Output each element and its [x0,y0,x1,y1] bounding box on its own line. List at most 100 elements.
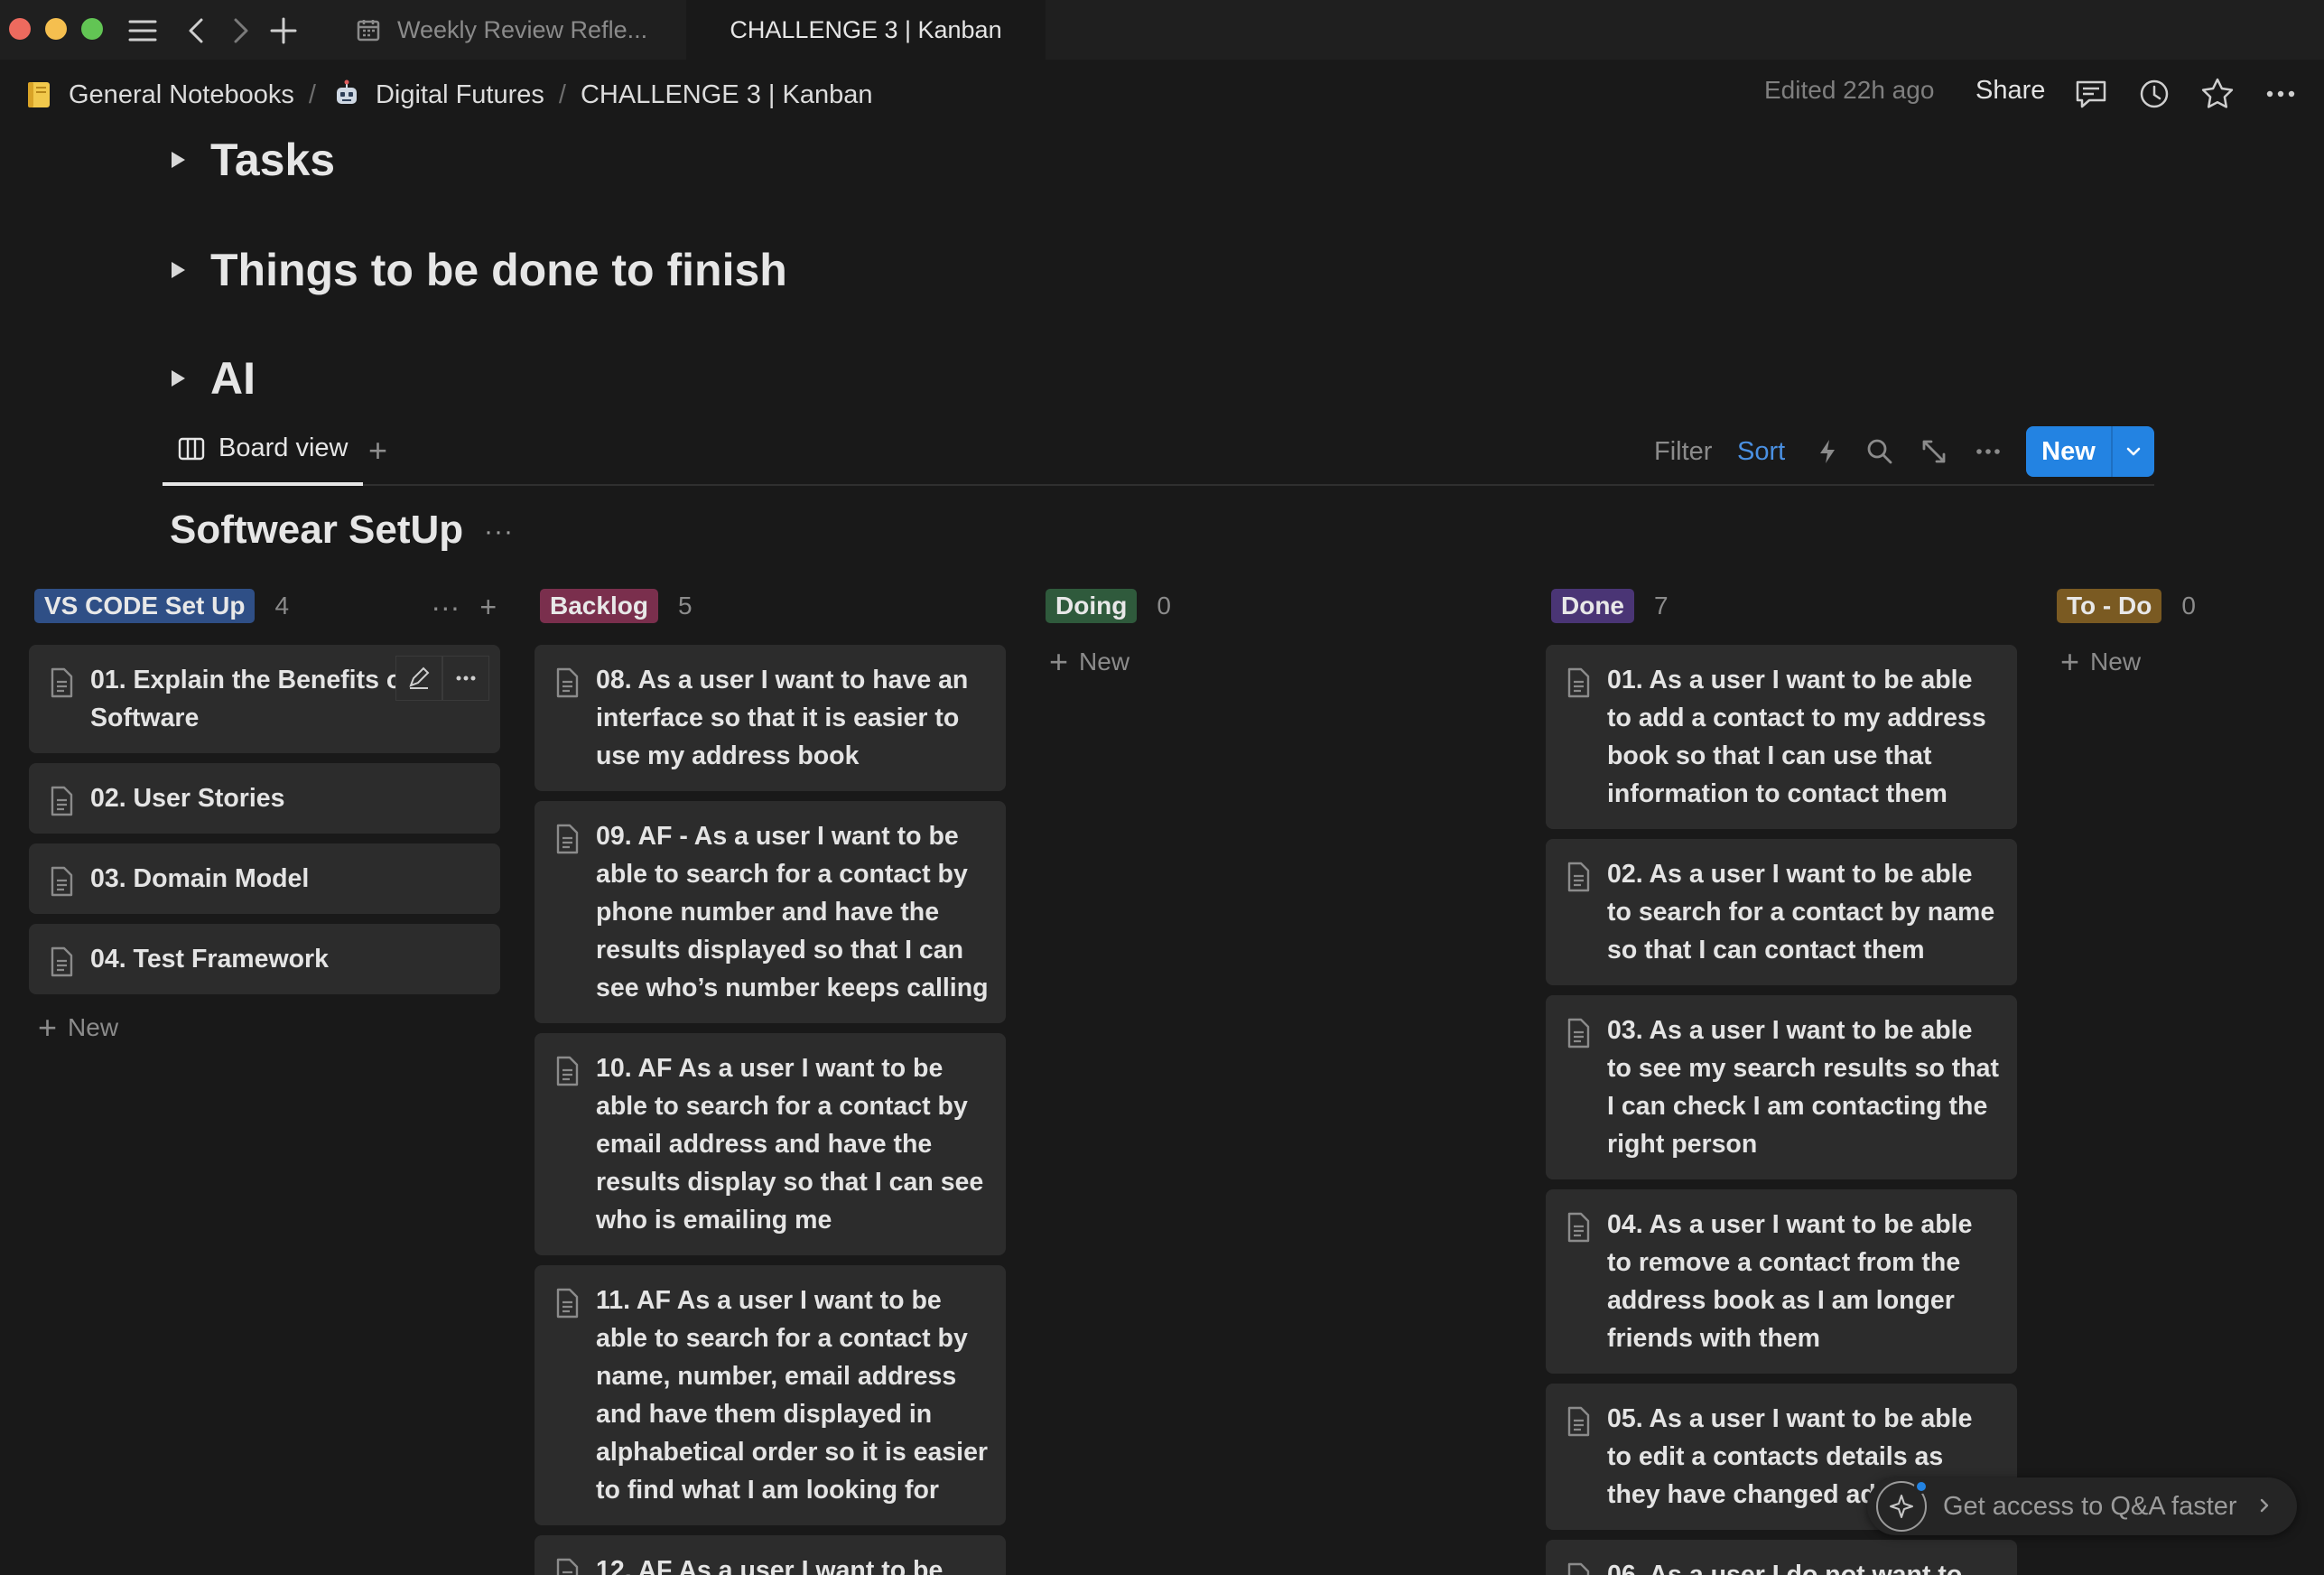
column-count: 5 [677,592,693,620]
automation-lightning-icon[interactable] [1811,435,1844,468]
card-title: 04. As a user I want to be able to remov… [1607,1210,1973,1353]
hint-label: Get access to Q&A faster [1943,1491,2237,1521]
toggle-things-to-finish[interactable]: Things to be done to finish [172,244,787,296]
board-card[interactable]: 04. As a user I want to be able to remov… [1546,1189,2017,1374]
card-hover-actions [395,656,489,701]
group-more-button[interactable]: ··· [484,517,514,547]
card-title: 08. As a user I want to have an interfac… [596,666,969,770]
column-status-pill[interactable]: Backlog [540,589,658,623]
window-titlebar: Weekly Review Refle... CHALLENGE 3 | Kan… [0,0,2324,60]
column-add-icon[interactable]: + [479,591,497,624]
comments-icon[interactable] [2071,74,2111,114]
toggle-heading: Things to be done to finish [210,245,787,295]
card-title-line: 01. Explain the Benefits o [90,666,403,694]
new-item-button[interactable]: New [2026,426,2154,477]
search-icon[interactable] [1864,435,1896,468]
qa-hint-popup[interactable]: Get access to Q&A faster [1867,1477,2297,1535]
column-header: To - Do 0 [2051,585,2313,627]
breadcrumb-digital-futures[interactable]: Digital Futures [376,80,544,110]
edit-pencil-icon[interactable] [395,656,442,701]
expand-icon[interactable] [1918,435,1950,468]
share-button[interactable]: Share [1975,76,2045,106]
more-options-icon[interactable] [2261,74,2301,114]
column-new-button[interactable]: + New [29,1009,500,1047]
board-card[interactable]: 02. As a user I want to be able to searc… [1546,839,2017,985]
page-doc-icon [47,666,76,699]
notification-dot [1914,1479,1929,1494]
column-status-pill[interactable]: To - Do [2057,589,2162,623]
board-card[interactable]: 03. As a user I want to be able to see m… [1546,995,2017,1179]
page-doc-icon [553,1287,581,1319]
column-status-pill[interactable]: VS CODE Set Up [34,589,256,623]
sort-button[interactable]: Sort [1737,437,1785,467]
database-more-icon[interactable] [1972,435,2004,468]
column-header: Done 7 [1546,585,2017,627]
history-clock-icon[interactable] [2134,74,2174,114]
breadcrumb-general-notebooks[interactable]: General Notebooks [69,80,294,110]
board-card[interactable]: 02. User Stories [29,763,500,834]
toggle-triangle-icon[interactable] [172,152,185,168]
chevron-down-icon[interactable] [2113,443,2154,461]
card-title: 10. AF As a user I want to be able to se… [596,1054,984,1235]
toggle-triangle-icon[interactable] [172,262,185,278]
forward-icon[interactable] [222,13,258,49]
add-view-button[interactable]: + [368,432,387,470]
tab-board-view[interactable]: Board view [177,433,348,463]
sidebar-menu-icon[interactable] [125,13,161,49]
zoom-window-button[interactable] [81,18,103,40]
toggle-tasks[interactable]: Tasks [172,134,335,186]
tab-challenge-kanban[interactable]: CHALLENGE 3 | Kanban [686,0,1046,60]
card-title: 12. AF As a user I want to be [596,1556,944,1575]
board-card[interactable]: 03. Domain Model [29,843,500,914]
board-card[interactable]: 06. As a user I do not want to [1546,1540,2017,1575]
favorite-star-icon[interactable] [2198,74,2237,114]
card-title: 02. As a user I want to be able to searc… [1607,860,1995,965]
board-card[interactable]: 09. AF - As a user I want to be able to … [535,801,1006,1023]
new-button-label: New [2041,436,2096,466]
new-tab-icon[interactable] [265,13,302,49]
column-header: Backlog 5 [535,585,1006,627]
page-doc-icon [553,666,581,699]
column-new-button[interactable]: + New [2051,643,2313,681]
page-doc-icon [47,946,76,978]
back-icon[interactable] [179,13,215,49]
minimize-window-button[interactable] [45,18,67,40]
toggle-triangle-icon[interactable] [172,370,185,387]
group-title[interactable]: Softwear SetUp [170,508,463,553]
board-column-vs-code: VS CODE Set Up 4 ··· + 01. Explain the B… [29,585,500,1047]
close-window-button[interactable] [9,18,31,40]
card-title-line: Software [90,704,200,732]
page-doc-icon [1564,1017,1593,1049]
page-doc-icon [1564,861,1593,893]
tab-weekly-review[interactable]: Weekly Review Refle... [343,0,684,60]
card-title: 06. As a user I do not want to [1607,1561,1963,1575]
notebook-emoji-icon [23,79,56,111]
card-more-icon[interactable] [442,656,489,701]
breadcrumb-current-page[interactable]: CHALLENGE 3 | Kanban [581,80,873,110]
card-title: 03. As a user I want to be able to see m… [1607,1016,2000,1159]
calendar-icon [356,17,381,42]
new-label: New [68,1013,119,1041]
board-card[interactable]: 08. As a user I want to have an interfac… [535,645,1006,791]
board-card[interactable]: 01. Explain the Benefits o Software [29,645,500,753]
column-new-button[interactable]: + New [1040,643,1511,681]
toggle-ai[interactable]: AI [172,352,256,405]
board-card[interactable]: 10. AF As a user I want to be able to se… [535,1033,1006,1255]
board-card[interactable]: 11. AF As a user I want to be able to se… [535,1265,1006,1525]
page-doc-icon [1564,1405,1593,1438]
breadcrumb-separator: / [308,79,316,109]
chevron-right-icon[interactable] [2255,1492,2273,1522]
column-count: 0 [1157,592,1171,620]
column-header: Doing 0 [1040,585,1511,627]
filter-button[interactable]: Filter [1654,437,1712,467]
column-status-pill[interactable]: Done [1551,589,1634,623]
column-more-icon[interactable]: ··· [431,591,460,624]
board-card[interactable]: 04. Test Framework [29,924,500,994]
column-status-pill[interactable]: Doing [1046,589,1138,623]
column-count: 7 [1654,592,1669,620]
plus-icon: + [2060,643,2080,680]
edited-timestamp: Edited 22h ago [1764,76,1935,104]
board-card[interactable]: 12. AF As a user I want to be [535,1535,1006,1575]
board-card[interactable]: 01. As a user I want to be able to add a… [1546,645,2017,829]
active-view-underline [163,482,363,486]
